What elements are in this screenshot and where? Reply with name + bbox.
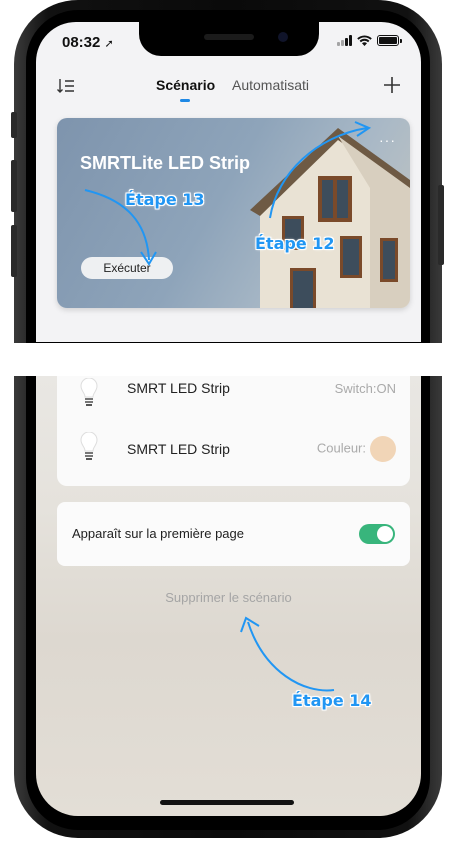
sort-icon[interactable] — [56, 76, 76, 96]
speaker — [204, 34, 254, 40]
screen-top: 08:32 ➚ Scénario Automatisati SMRTLite L… — [36, 22, 421, 342]
home-indicator — [160, 800, 294, 805]
notch — [139, 22, 319, 56]
mute-switch — [11, 112, 17, 138]
battery-icon — [377, 35, 402, 46]
top-nav: Scénario Automatisati — [36, 74, 421, 104]
tab-automation[interactable]: Automatisati — [232, 77, 309, 93]
volume-down-button — [11, 225, 17, 277]
add-icon[interactable] — [381, 74, 403, 96]
location-arrow-icon: ➚ — [104, 38, 114, 50]
scene-card[interactable]: SMRTLite LED Strip ··· Exécuter Étape 13… — [57, 118, 410, 308]
front-camera — [278, 32, 288, 42]
annotation-arrows — [84, 121, 372, 266]
status-time: 08:32 ➚ — [62, 34, 114, 51]
volume-up-button — [11, 160, 17, 212]
step-13-label: Étape 13 — [125, 190, 205, 209]
power-button — [438, 185, 444, 265]
signal-icon — [337, 35, 352, 46]
time-label: 08:32 — [62, 34, 101, 51]
tab-scenario[interactable]: Scénario — [156, 77, 215, 93]
active-tab-indicator — [180, 99, 190, 102]
step-14-label: Étape 14 — [292, 691, 372, 710]
screen-bottom: SMRT LED Strip Switch:ON SMRT LED Strip … — [36, 376, 421, 816]
status-icons — [337, 35, 402, 46]
step-12-label: Étape 12 — [255, 234, 335, 253]
screenshot-gap — [0, 343, 453, 376]
wifi-icon — [357, 35, 372, 46]
annotation-arrow-14 — [240, 616, 335, 692]
